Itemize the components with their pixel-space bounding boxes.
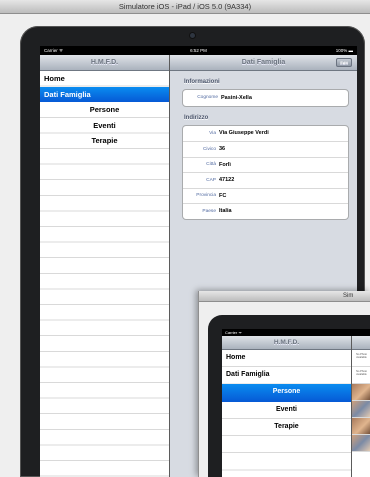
- menu-item-eventi[interactable]: Eventi: [40, 118, 169, 134]
- master-pane: H.M.F.D. Home Dati Famiglia Persone Even…: [40, 55, 170, 477]
- second-menu-item-eventi[interactable]: Eventi: [222, 402, 351, 419]
- second-carrier-label: Carrier ᯤ: [225, 330, 242, 335]
- field-label: Provincia: [196, 193, 216, 199]
- second-detail-pane: No Photo Available No Photo Available: [352, 336, 370, 477]
- menu-item-home[interactable]: Home: [40, 71, 169, 87]
- second-menu-item-terapie[interactable]: Terapie: [222, 419, 351, 436]
- status-time: 6:52 PM: [190, 48, 207, 53]
- window-titlebar[interactable]: Simulatore iOS - iPad / iOS 5.0 (9A334): [0, 0, 370, 14]
- menu-item-persone[interactable]: Persone: [40, 102, 169, 118]
- status-bar: Carrier ᯤ 6:52 PM 100% ▬: [40, 46, 357, 55]
- field-row-cap[interactable]: CAP 47122: [183, 172, 348, 188]
- master-title: H.M.F.D.: [90, 59, 119, 66]
- second-window-titlebar[interactable]: Sim: [199, 291, 370, 302]
- person-photo: [352, 384, 370, 401]
- field-row-citta[interactable]: Città Forlì: [183, 156, 348, 173]
- field-label: Via: [209, 130, 216, 136]
- field-value: Forlì: [219, 161, 231, 168]
- detail-navbar: Dati Famiglia Edit: [170, 55, 357, 71]
- second-master-navbar: H.M.F.D.: [222, 336, 351, 350]
- address-group: Via Via Giuseppe Verdi Civico 36 Città F…: [182, 124, 349, 220]
- person-photo: [352, 418, 370, 435]
- edit-button[interactable]: Edit: [336, 58, 352, 67]
- field-value: Via Giuseppe Verdi: [219, 130, 269, 137]
- camera-icon: [190, 33, 195, 38]
- master-list: Home Dati Famiglia Persone Eventi Terapi…: [40, 71, 169, 477]
- window-title: Simulatore iOS - iPad / iOS 5.0 (9A334): [118, 2, 252, 11]
- person-photo: [352, 401, 370, 418]
- field-value: FC: [219, 192, 227, 199]
- second-master-pane: H.M.F.D. Home Dati Famiglia Persone Even…: [222, 336, 352, 477]
- field-value: Pasini-Xella: [221, 94, 252, 101]
- second-simulator-window[interactable]: Sim Carrier ᯤ H.M.F.D. Home Dati Famigli…: [198, 291, 370, 477]
- person-photo: [352, 435, 370, 452]
- field-row-cognome[interactable]: Cognome Pasini-Xella: [183, 90, 348, 106]
- field-row-paese[interactable]: Paese Italia: [183, 203, 348, 219]
- master-navbar: H.M.F.D.: [40, 55, 169, 71]
- second-menu-item-home[interactable]: Home: [222, 350, 351, 367]
- second-ipad-bezel: Carrier ᯤ H.M.F.D. Home Dati Famiglia Pe…: [208, 315, 370, 477]
- field-row-provincia[interactable]: Provincia FC: [183, 187, 348, 204]
- battery-indicator: 100% ▬: [335, 48, 353, 53]
- field-label: Cognome: [197, 95, 218, 101]
- field-value: Italia: [219, 208, 232, 215]
- field-label: Civico: [202, 146, 216, 152]
- second-detail-navbar: [352, 336, 370, 350]
- field-row-civico[interactable]: Civico 36: [183, 141, 348, 157]
- info-group: Cognome Pasini-Xella: [182, 89, 349, 107]
- second-menu-item-dati-famiglia[interactable]: Dati Famiglia: [222, 367, 351, 384]
- field-value: 47122: [219, 177, 235, 184]
- second-master-title: H.M.F.D.: [273, 339, 300, 346]
- field-label: Città: [206, 162, 216, 168]
- field-row-via[interactable]: Via Via Giuseppe Verdi: [183, 126, 348, 142]
- field-label: Paese: [202, 208, 216, 214]
- second-window-title: Sim: [343, 293, 354, 299]
- second-master-list: Home Dati Famiglia Persone Eventi Terapi…: [222, 350, 351, 477]
- second-menu-item-persone[interactable]: Persone: [222, 384, 351, 402]
- no-photo-thumbnail: No Photo Available: [352, 350, 370, 367]
- section-header-informazioni: Informazioni: [184, 79, 220, 85]
- field-value: 36: [219, 146, 226, 153]
- no-photo-thumbnail: No Photo Available: [352, 367, 370, 384]
- second-status-bar: Carrier ᯤ: [222, 329, 370, 336]
- detail-title: Dati Famiglia: [241, 59, 286, 66]
- menu-item-terapie[interactable]: Terapie: [40, 133, 169, 149]
- second-ipad-screen: Carrier ᯤ H.M.F.D. Home Dati Famiglia Pe…: [222, 329, 370, 477]
- section-header-indirizzo: Indirizzo: [184, 114, 209, 121]
- menu-item-dati-famiglia[interactable]: Dati Famiglia: [40, 86, 169, 103]
- field-label: CAP: [206, 177, 216, 183]
